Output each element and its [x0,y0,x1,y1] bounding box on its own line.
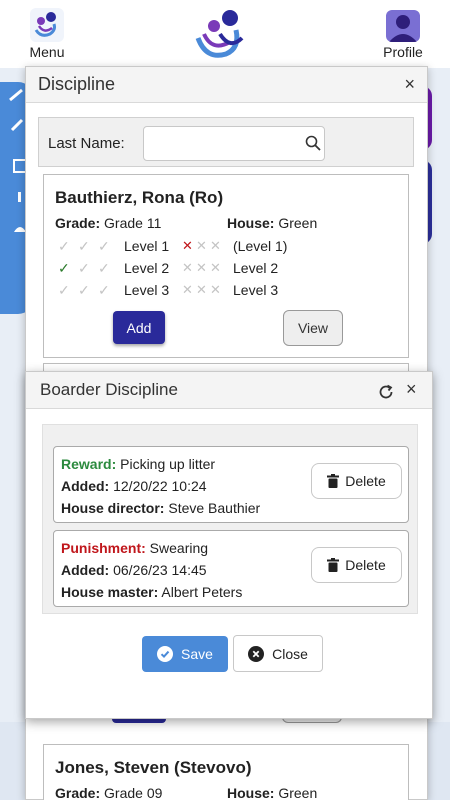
close-label: Close [272,645,308,662]
cross-icon: ✕ [210,260,221,275]
check-icon: ✓ [58,260,70,276]
save-label: Save [181,646,213,662]
check-icon: ✓ [78,282,90,298]
delete-label: Delete [345,473,386,489]
grade-label: Grade: [55,785,101,800]
menu-logo-icon [30,8,64,42]
student-house: House: Green [227,785,317,800]
trash-icon [327,558,340,572]
refresh-icon[interactable] [377,383,395,401]
last-name-search-bar: Last Name: [38,117,414,167]
cross-icon: ✕ [210,238,221,253]
cross-icon: ✕ [196,282,207,297]
close-circle-icon [248,645,265,662]
delete-button[interactable]: Delete [311,547,402,583]
discipline-dialog-header: Discipline × [26,67,427,103]
app-logo [190,8,250,64]
last-name-label: Last Name: [48,135,125,152]
house-value: Green [278,785,318,800]
last-name-input[interactable] [143,126,325,161]
discipline-entries-list: Reward: Picking up litter Added: 12/20/2… [42,424,418,614]
student-house: House: Green [227,215,317,231]
discipline-dialog-title: Discipline [38,74,116,94]
added-label: Added: [61,478,110,494]
student-grade: Grade: Grade 09 [55,785,162,800]
discipline-entry: Punishment: Swearing Added: 06/26/23 14:… [53,530,409,607]
student-card: Bauthierz, Rona (Ro) Grade: Grade 11 Hou… [43,174,409,358]
cross-icon: ✕ [182,282,193,297]
check-icon: ✓ [58,282,70,298]
add-button[interactable]: Add [113,311,165,344]
house-value: Green [278,215,318,231]
close-button[interactable]: Close [233,635,323,672]
student-card: Jones, Steven (Stevovo) Grade: Grade 09 … [43,744,409,800]
save-button[interactable]: Save [142,636,228,672]
by-label: House director: [61,500,165,516]
check-icon: ✓ [78,238,90,254]
cross-icon: ✕ [196,260,207,275]
level-row: ✓ ✓ ✓ Level 1 ✕ ✕ ✕ (Level 1) [58,238,398,256]
level-label: Level 1 [124,238,170,254]
close-icon[interactable]: × [406,379,417,400]
view-button[interactable]: View [283,310,343,346]
menu-button[interactable]: Menu [22,8,72,66]
student-name: Jones, Steven (Stevovo) [55,758,252,777]
delete-label: Delete [345,557,386,573]
entry-added-line: Added: 12/20/22 10:24 [61,478,207,494]
check-icon: ✓ [98,260,110,276]
check-icon: ✓ [78,260,90,276]
added-value: 12/20/22 10:24 [113,478,207,494]
profile-avatar-icon [386,10,420,42]
grade-value: Grade 11 [104,215,162,231]
entry-by-line: House master: Albert Peters [61,584,242,600]
entry-by-line: House director: Steve Bauthier [61,500,260,516]
added-value: 06/26/23 14:45 [113,562,207,578]
profile-button[interactable]: Profile [376,10,430,66]
cross-icon: ✕ [182,238,193,253]
level-row: ✓ ✓ ✓ Level 3 ✕ ✕ ✕ Level 3 [58,282,398,300]
boarder-discipline-modal: Boarder Discipline × Reward: Picking up … [25,371,433,719]
reward-label: Reward: [61,456,117,472]
by-value: Steve Bauthier [168,500,261,516]
discipline-entry: Reward: Picking up litter Added: 12/20/2… [53,446,409,523]
search-icon[interactable] [305,135,321,151]
entry-text: Picking up litter [120,456,216,472]
grade-label: Grade: [55,215,101,231]
level-status-label: (Level 1) [233,238,288,254]
menu-label: Menu [29,44,65,60]
by-value: Albert Peters [161,584,243,600]
by-label: House master: [61,584,159,600]
top-bar: Menu Profile [0,0,450,68]
house-label: House: [227,785,275,800]
entry-text: Swearing [149,540,209,556]
level-status-label: Level 3 [233,282,279,298]
close-icon[interactable]: × [404,74,415,95]
check-circle-icon [157,646,174,662]
entry-kind-line: Reward: Picking up litter [61,456,215,472]
trash-icon [327,474,340,488]
house-label: House: [227,215,275,231]
level-row: ✓ ✓ ✓ Level 2 ✕ ✕ ✕ Level 2 [58,260,398,278]
level-label: Level 2 [124,260,170,276]
student-name: Bauthierz, Rona (Ro) [55,188,224,207]
boarder-discipline-title: Boarder Discipline [40,380,178,399]
check-icon: ✓ [98,282,110,298]
profile-label: Profile [383,44,423,60]
cross-icon: ✕ [182,260,193,275]
cross-icon: ✕ [196,238,207,253]
added-label: Added: [61,562,110,578]
boarder-discipline-header: Boarder Discipline × [26,372,432,409]
punishment-label: Punishment: [61,540,146,556]
delete-button[interactable]: Delete [311,463,402,499]
grade-value: Grade 09 [104,785,163,800]
level-status-label: Level 2 [233,260,279,276]
check-icon: ✓ [98,238,110,254]
entry-added-line: Added: 06/26/23 14:45 [61,562,207,578]
level-label: Level 3 [124,282,170,298]
check-icon: ✓ [58,238,70,254]
entry-kind-line: Punishment: Swearing [61,540,208,556]
student-grade: Grade: Grade 11 [55,215,161,231]
cross-icon: ✕ [210,282,221,297]
